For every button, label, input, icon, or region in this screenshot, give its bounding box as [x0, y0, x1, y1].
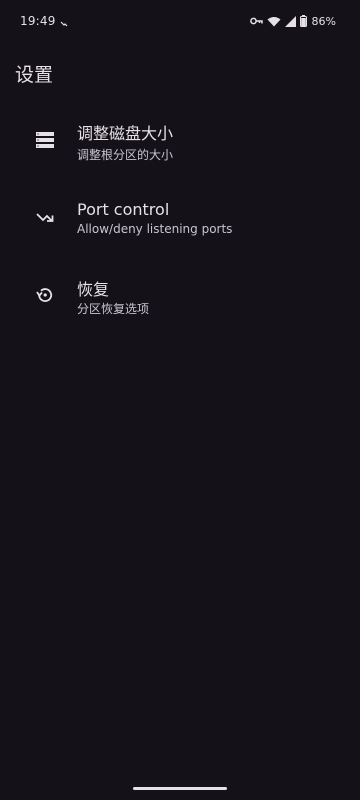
settings-item-subtitle: 分区恢复选项: [77, 302, 150, 316]
status-icons: 86%: [249, 14, 336, 28]
wifi-icon: [267, 16, 281, 27]
battery-icon: [299, 15, 307, 27]
notification-icon: [60, 14, 68, 27]
signal-icon: [284, 15, 296, 27]
vpn-key-icon: [249, 16, 263, 26]
settings-item-title: Port control: [77, 200, 170, 219]
screen: 19:49 86% 设置 调整磁盘大小 调整根分区的大小 Port contro…: [0, 0, 360, 800]
status-time: 19:49: [20, 14, 56, 28]
settings-item-restore[interactable]: 恢复 分区恢复选项: [0, 100, 360, 316]
gesture-nav-handle[interactable]: [133, 787, 227, 790]
restore-icon: [35, 285, 55, 305]
settings-list: 调整磁盘大小 调整根分区的大小 Port control Allow/deny …: [0, 100, 360, 316]
settings-item-subtitle: Allow/deny listening ports: [77, 222, 233, 236]
page-title: 设置: [15, 64, 54, 86]
status-bar: 19:49 86%: [0, 0, 360, 44]
battery-percent: 86%: [311, 14, 336, 28]
settings-item-title: 恢复: [77, 280, 110, 299]
port-forward-icon: [35, 208, 55, 228]
